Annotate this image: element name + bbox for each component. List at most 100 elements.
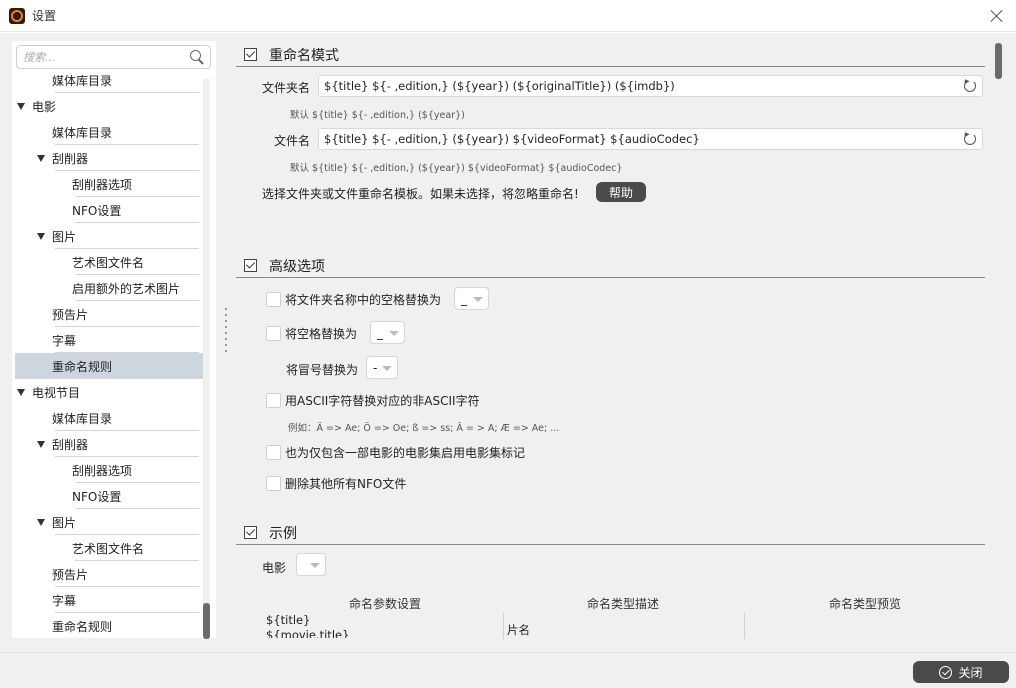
option-delete-nfo[interactable]: 删除其他所有NFO文件 — [266, 475, 406, 492]
sidebar-item-label: 字幕 — [52, 593, 77, 608]
sidebar-item[interactable]: 字幕 — [15, 327, 203, 353]
sidebar-item-label: 艺术图文件名 — [72, 255, 145, 270]
folder-reset-icon[interactable] — [963, 79, 977, 93]
sidebar-item-label: 重命名规则 — [52, 359, 113, 374]
checkbox[interactable] — [266, 393, 281, 408]
movie-dropdown[interactable] — [296, 553, 326, 576]
sidebar-item-label: 电影 — [32, 99, 57, 114]
search-input[interactable] — [23, 50, 183, 64]
chevron-down-icon — [382, 366, 392, 371]
content-scrollbar[interactable] — [995, 41, 1003, 638]
chevron-down-icon — [310, 563, 320, 568]
sidebar-item[interactable]: 启用额外的艺术图片 — [15, 275, 203, 301]
expand-arrow-icon[interactable] — [37, 233, 45, 240]
sidebar-item[interactable]: 刮削器选项 — [15, 171, 203, 197]
sidebar-item[interactable]: 重命名规则 — [15, 613, 203, 637]
file-default-hint: 默认 ${title} ${- ,edition,} (${year}) ${v… — [290, 163, 623, 174]
folder-name-input[interactable] — [324, 79, 954, 93]
section-header-rename-pattern[interactable]: 重命名模式 — [236, 43, 985, 67]
file-reset-icon[interactable] — [963, 132, 977, 146]
search-icon[interactable] — [190, 50, 204, 64]
help-button[interactable]: 帮助 — [596, 182, 646, 202]
sidebar-item-label: 预告片 — [52, 307, 89, 322]
checkbox[interactable] — [266, 292, 281, 307]
sidebar-item-label: 媒体库目录 — [52, 75, 113, 88]
option-ascii[interactable]: 用ASCII字符替换对应的非ASCII字符 — [266, 392, 480, 409]
collapse-checkbox-icon[interactable] — [244, 259, 257, 272]
sidebar-item[interactable]: 媒体库目录 — [15, 119, 203, 145]
sidebar-item[interactable]: 媒体库目录 — [15, 405, 203, 431]
sidebar-item[interactable]: 电视节目 — [15, 379, 203, 405]
ascii-example-hint: 例如：Ä => Ae; Ö => Oe; ß => ss; Â = > A; Æ… — [288, 423, 560, 434]
pane-splitter-handle[interactable] — [225, 308, 228, 368]
sidebar-item-label: 电视节目 — [32, 385, 81, 400]
expand-arrow-icon[interactable] — [17, 389, 25, 396]
colon-dropdown[interactable]: - — [366, 356, 398, 379]
chevron-down-icon — [473, 297, 483, 302]
sidebar-item[interactable]: 媒体库目录 — [15, 75, 203, 93]
folder-name-field[interactable] — [318, 75, 983, 97]
title-bar: 设置 — [0, 0, 1016, 32]
search-box[interactable] — [16, 45, 211, 69]
collapse-checkbox-icon[interactable] — [244, 48, 257, 61]
sidebar-item-label: 刮削器 — [52, 151, 89, 166]
file-name-label: 文件名 — [274, 134, 311, 148]
sidebar-item-label: 媒体库目录 — [52, 125, 113, 140]
main-area: 媒体库目录电影媒体库目录刮削器刮削器选项NFO设置图片艺术图文件名启用额外的艺术… — [0, 33, 1016, 652]
collapse-checkbox-icon[interactable] — [244, 526, 257, 539]
example-table: 命名参数设置 命名类型描述 命名类型预览 ${title} ${movie.ti… — [262, 595, 1002, 639]
checkbox[interactable] — [266, 476, 281, 491]
sidebar-item[interactable]: 预告片 — [15, 561, 203, 587]
section-title: 示例 — [269, 525, 297, 542]
sidebar-item[interactable]: 图片 — [15, 509, 203, 535]
settings-sidebar: 媒体库目录电影媒体库目录刮削器刮削器选项NFO设置图片艺术图文件名启用额外的艺术… — [12, 41, 216, 639]
table-cell: ${title} — [266, 613, 311, 627]
expand-arrow-icon[interactable] — [37, 441, 45, 448]
checkbox[interactable] — [266, 326, 281, 341]
file-name-field[interactable] — [318, 128, 983, 150]
column-divider — [744, 613, 745, 639]
sidebar-item-label: 预告片 — [52, 567, 89, 582]
option-folder-space[interactable]: 将文件夹名称中的空格替换为 — [266, 291, 441, 308]
rename-notice: 选择文件夹或文件重命名模板。如果未选择，将忽略重命名! — [262, 187, 579, 201]
sidebar-item[interactable]: 艺术图文件名 — [15, 535, 203, 561]
check-circle-icon — [939, 665, 953, 679]
section-header-advanced[interactable]: 高级选项 — [236, 254, 985, 278]
sidebar-item[interactable]: NFO设置 — [15, 197, 203, 223]
settings-content: 重命名模式 文件夹名 默认 ${title} ${- ,edition,} ($… — [232, 41, 1006, 639]
column-header: 命名类型描述 — [586, 597, 659, 611]
sidebar-item[interactable]: 刮削器 — [15, 145, 203, 171]
space-dropdown[interactable]: _ — [370, 321, 405, 344]
folder-space-dropdown[interactable]: _ — [454, 287, 489, 310]
sidebar-item-label: 图片 — [52, 229, 77, 244]
window-close-icon[interactable] — [988, 7, 1006, 25]
sidebar-item[interactable]: 预告片 — [15, 301, 203, 327]
option-space[interactable]: 将空格替换为 — [266, 325, 357, 342]
sidebar-item-label: 启用额外的艺术图片 — [72, 281, 181, 296]
sidebar-item-label: NFO设置 — [72, 203, 122, 218]
close-button[interactable]: 关闭 — [913, 661, 1009, 683]
section-header-example[interactable]: 示例 — [236, 521, 985, 545]
table-cell: ${movie.title} — [266, 628, 350, 638]
sidebar-item[interactable]: NFO设置 — [15, 483, 203, 509]
sidebar-item[interactable]: 艺术图文件名 — [15, 249, 203, 275]
sidebar-item[interactable]: 图片 — [15, 223, 203, 249]
expand-arrow-icon[interactable] — [37, 155, 45, 162]
sidebar-item[interactable]: 刮削器 — [15, 431, 203, 457]
content-scrollbar-thumb[interactable] — [995, 43, 1002, 79]
option-movieset[interactable]: 也为仅包含一部电影的电影集启用电影集标记 — [266, 444, 525, 461]
expand-arrow-icon[interactable] — [17, 103, 25, 110]
sidebar-item[interactable]: 电影 — [15, 93, 203, 119]
sidebar-scrollbar-thumb[interactable] — [203, 603, 210, 639]
file-name-input[interactable] — [324, 132, 954, 146]
sidebar-item[interactable]: 字幕 — [15, 587, 203, 613]
app-logo-icon — [9, 7, 25, 24]
sidebar-scrollbar[interactable] — [203, 79, 210, 639]
sidebar-item[interactable]: 重命名规则 — [15, 353, 203, 379]
sidebar-item[interactable]: 刮削器选项 — [15, 457, 203, 483]
sidebar-item-label: 重命名规则 — [52, 619, 113, 634]
section-title: 重命名模式 — [269, 47, 339, 64]
checkbox[interactable] — [266, 445, 281, 460]
settings-tree: 媒体库目录 电影 媒体库目录 刮削器 刮削器选项 NFO设置 图片 艺术图文件名 启用额外的艺术… — [15, 75, 203, 637]
expand-arrow-icon[interactable] — [37, 519, 45, 526]
